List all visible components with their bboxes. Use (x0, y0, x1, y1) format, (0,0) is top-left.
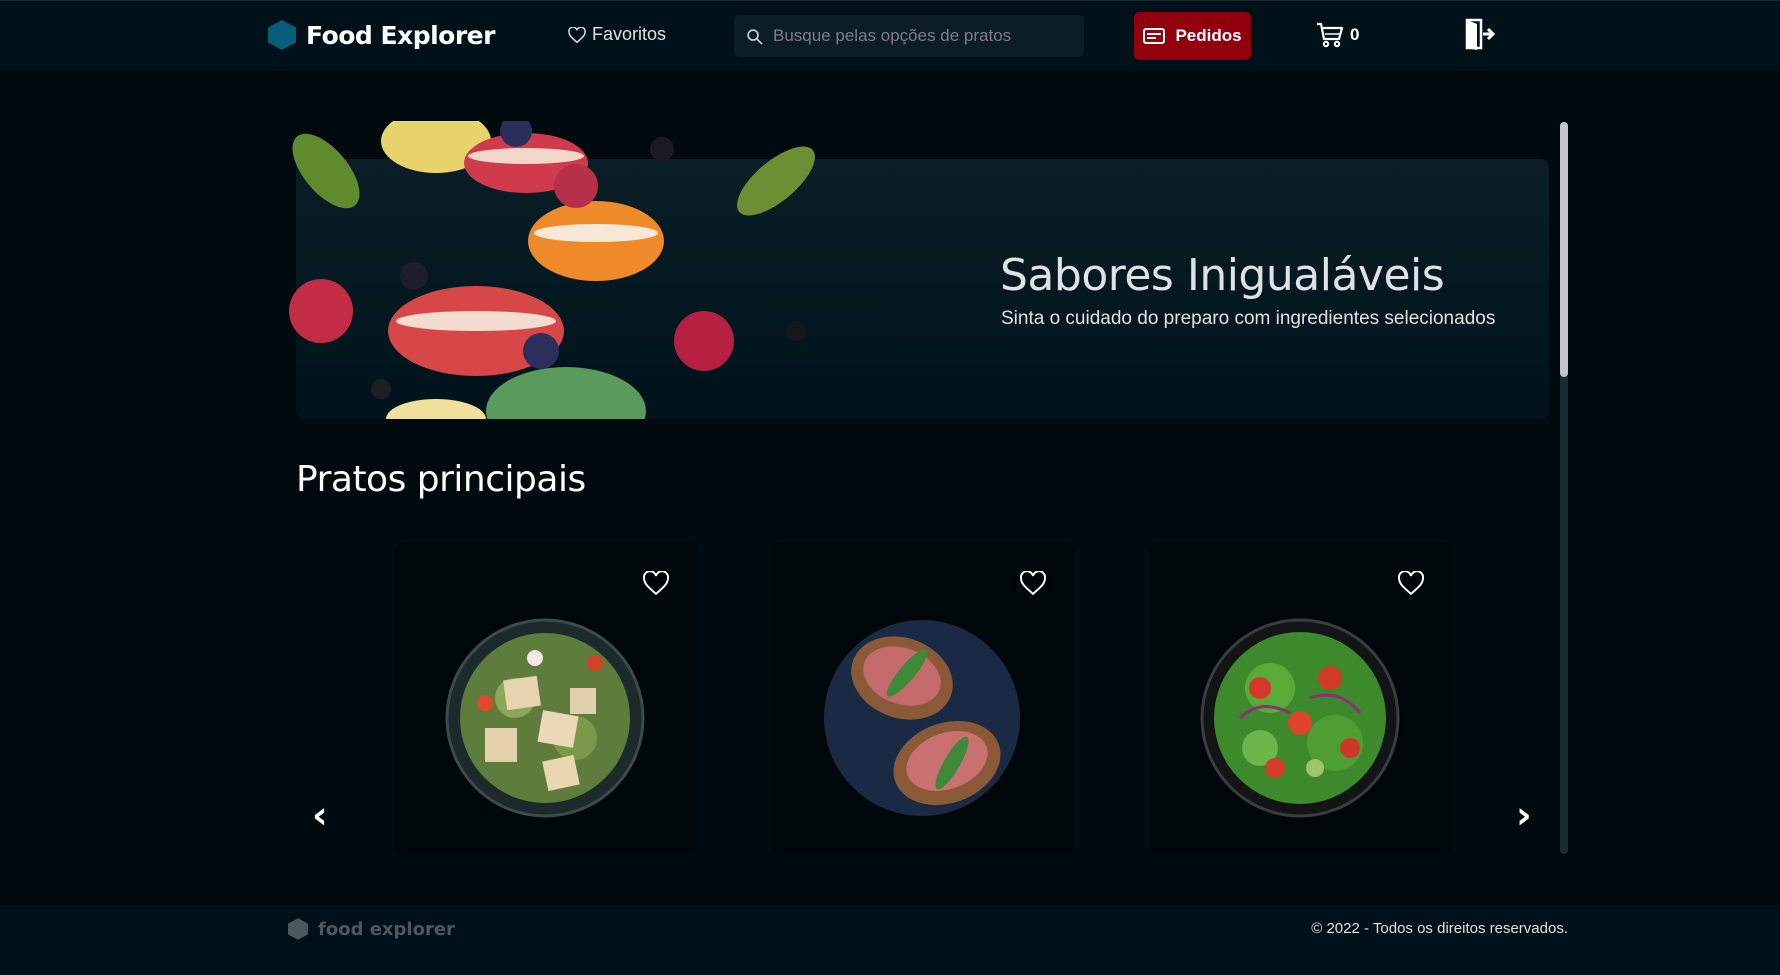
orders-label: Pedidos (1175, 26, 1242, 45)
cart-button[interactable]: 0 (1316, 22, 1359, 48)
carousel-prev-button[interactable]: ‹ (312, 793, 328, 837)
caesar-salad-image[interactable] (445, 618, 645, 818)
footer-brand: food explorer (318, 918, 455, 940)
orders-button[interactable]: Pedidos (1134, 12, 1251, 60)
dish-card[interactable] (395, 543, 697, 853)
logout-door-icon (1465, 18, 1496, 50)
banner-subtitle: Sinta o cuidado do preparo com ingredien… (1001, 308, 1496, 329)
favorite-heart-icon[interactable] (1398, 571, 1424, 595)
logout-button[interactable] (1465, 18, 1496, 55)
green-salad-image[interactable] (1200, 618, 1400, 818)
favorite-heart-icon[interactable] (643, 571, 669, 595)
bruschetta-image[interactable] (822, 618, 1022, 818)
copyright-text: © 2022 - Todos os direitos reservados. (1311, 920, 1568, 937)
page-footer (0, 905, 1780, 975)
search-icon (747, 28, 763, 44)
favorite-heart-icon[interactable] (1020, 571, 1046, 595)
search-input[interactable] (773, 26, 1063, 46)
hexagon-icon (288, 918, 308, 940)
dish-card[interactable] (1150, 543, 1452, 853)
cart-icon (1317, 22, 1344, 48)
dish-card[interactable] (772, 543, 1074, 853)
hexagon-icon (268, 20, 296, 50)
footer-logo: food explorer (288, 918, 455, 940)
brand-logo[interactable]: Food Explorer (268, 20, 495, 50)
brand-name: Food Explorer (306, 20, 495, 50)
carousel-next-button[interactable]: › (1516, 793, 1532, 837)
scrollbar-thumb[interactable] (1560, 122, 1568, 377)
favorites-link[interactable]: Favoritos (568, 24, 666, 45)
section-title: Pratos principais (296, 459, 586, 500)
banner-title: Sabores Inigualáveis (1000, 250, 1445, 301)
heart-icon (568, 26, 586, 43)
macarons-illustration (286, 121, 826, 419)
receipt-icon (1143, 28, 1166, 44)
favorites-label: Favoritos (592, 24, 667, 44)
cart-count: 0 (1350, 25, 1360, 44)
search-bar[interactable] (734, 15, 1084, 57)
